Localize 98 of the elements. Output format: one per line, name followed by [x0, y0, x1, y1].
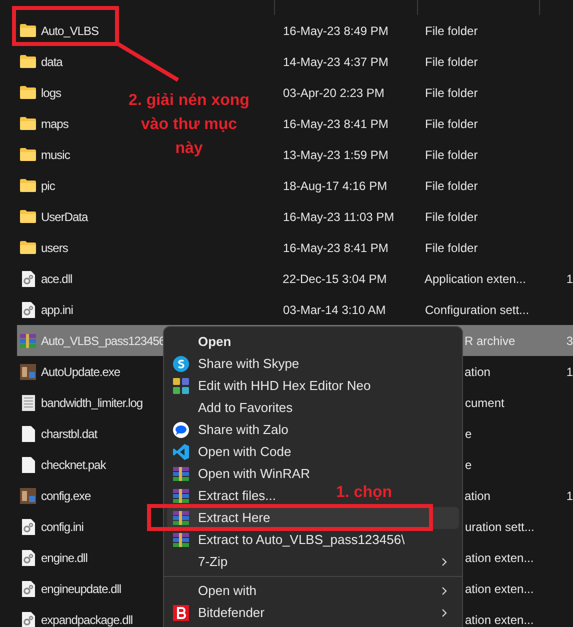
file-type: uration sett... — [465, 520, 534, 534]
file-type: File folder — [425, 210, 478, 224]
file-name[interactable]: logs — [41, 84, 62, 102]
date-modified: 14-May-23 4:37 PM — [283, 54, 388, 68]
folder-icon — [20, 86, 36, 99]
folder-icon — [20, 117, 36, 130]
file-type: R archive — [464, 334, 516, 348]
file-size: 3 — [566, 334, 573, 348]
folder-icon — [20, 55, 36, 68]
file-type: File folder — [425, 148, 478, 162]
blank-file-icon — [22, 426, 34, 442]
file-name[interactable]: expandpackage.dll — [41, 610, 133, 627]
blank-file-icon — [22, 456, 34, 472]
file-type: ation — [464, 488, 490, 502]
gear-file-icon — [22, 550, 34, 566]
gear-file-icon — [22, 518, 34, 534]
skype-icon — [173, 356, 189, 372]
folder-icon — [20, 24, 36, 37]
file-name[interactable]: music — [41, 146, 70, 164]
app-image-icon — [20, 488, 36, 504]
file-name[interactable]: bandwidth_limiter.log — [41, 394, 143, 412]
file-size: 1 — [566, 364, 573, 378]
file-size: 1 — [566, 272, 573, 286]
date-modified: 16-May-23 8:41 PM — [283, 240, 388, 254]
annotation-text: 1. chọn — [336, 483, 392, 503]
file-type: cument — [465, 396, 504, 410]
date-modified: 16-May-23 8:41 PM — [283, 116, 388, 130]
shield-app-icon — [173, 605, 189, 621]
file-name[interactable]: maps — [41, 114, 68, 132]
file-name[interactable]: engine.dll — [41, 548, 88, 566]
code-editor-icon — [173, 444, 189, 460]
archive-icon — [173, 467, 189, 481]
archive-icon — [173, 489, 189, 503]
date-modified: 16-May-23 11:03 PM — [283, 210, 394, 224]
gear-file-icon — [22, 270, 34, 286]
file-type: e — [465, 458, 472, 472]
menu-item[interactable]: Bitdefender — [167, 602, 459, 624]
menu-item[interactable]: Share with Skype — [167, 353, 304, 375]
annotation-text: 2. giải nén xong vào thư mục này — [128, 91, 250, 159]
gear-file-icon — [22, 302, 34, 318]
date-modified: 03-Mar-14 3:10 AM — [283, 302, 386, 316]
file-name[interactable]: config.exe — [41, 486, 91, 504]
file-size: 1 — [566, 488, 573, 502]
file-type: File folder — [425, 86, 478, 100]
archive-icon — [173, 511, 189, 525]
file-name[interactable]: users — [41, 238, 68, 256]
file-type: File folder — [425, 24, 478, 38]
file-type: ation exten... — [465, 550, 534, 564]
date-modified: 22-Dec-15 3:04 PM — [282, 272, 387, 286]
file-type: File folder — [425, 178, 478, 192]
menu-item[interactable]: Open with Code — [167, 441, 296, 463]
file-type: File folder — [425, 240, 478, 254]
file-name[interactable]: Auto_VLBS_pass123456 — [41, 332, 166, 350]
menu-item[interactable]: Extract files... — [167, 485, 280, 507]
gear-file-icon — [22, 612, 34, 627]
menu-item[interactable]: Open with WinRAR — [167, 463, 314, 485]
menu-item[interactable]: Share with Zalo — [167, 419, 292, 441]
file-type: ation exten... — [465, 582, 534, 596]
menu-item[interactable]: Open — [167, 331, 236, 353]
file-type: File folder — [425, 54, 478, 68]
file-type: Configuration sett... — [425, 302, 530, 316]
menu-item[interactable]: 7-Zip — [167, 551, 459, 573]
file-type: e — [465, 426, 472, 440]
hex-editor-icon — [173, 378, 189, 394]
file-name[interactable]: app.ini — [41, 300, 73, 318]
archive-icon — [20, 334, 36, 348]
folder-icon — [20, 210, 36, 223]
file-name[interactable]: data — [41, 52, 62, 70]
file-type: ation exten... — [465, 612, 534, 626]
file-name[interactable]: Auto_VLBS — [41, 22, 99, 40]
file-name[interactable]: UserData — [41, 208, 88, 226]
file-name[interactable]: config.ini — [41, 518, 84, 536]
leader-line — [116, 42, 180, 82]
file-name[interactable]: engineupdate.dll — [41, 580, 122, 598]
file-name[interactable]: charstbl.dat — [41, 424, 98, 442]
menu-item[interactable]: Open with — [167, 580, 459, 602]
chat-bubble-icon — [173, 422, 189, 438]
text-file-icon — [22, 394, 34, 410]
archive-icon — [173, 533, 189, 547]
date-modified: 18-Aug-17 4:16 PM — [283, 178, 388, 192]
date-modified: 13-May-23 1:59 PM — [283, 148, 388, 162]
file-name[interactable]: checknet.pak — [41, 456, 106, 474]
app-image-icon — [20, 364, 36, 380]
folder-icon — [20, 241, 36, 254]
file-type: ation — [464, 364, 490, 378]
menu-item[interactable]: Extract to Auto_VLBS_pass123456\ — [167, 529, 409, 551]
file-name[interactable]: AutoUpdate.exe — [41, 362, 120, 380]
date-modified: 16-May-23 8:49 PM — [283, 24, 388, 38]
file-type: File folder — [425, 116, 478, 130]
date-modified: 03-Apr-20 2:23 PM — [283, 86, 384, 100]
menu-item[interactable]: Edit with HHD Hex Editor Neo — [167, 375, 375, 397]
menu-item[interactable]: Add to Favorites — [167, 397, 297, 419]
gear-file-icon — [22, 580, 34, 596]
file-name[interactable]: pic — [41, 176, 55, 194]
file-name[interactable]: ace.dll — [41, 270, 72, 288]
folder-icon — [20, 179, 36, 192]
file-type: Application exten... — [424, 272, 526, 286]
folder-icon — [20, 148, 36, 161]
